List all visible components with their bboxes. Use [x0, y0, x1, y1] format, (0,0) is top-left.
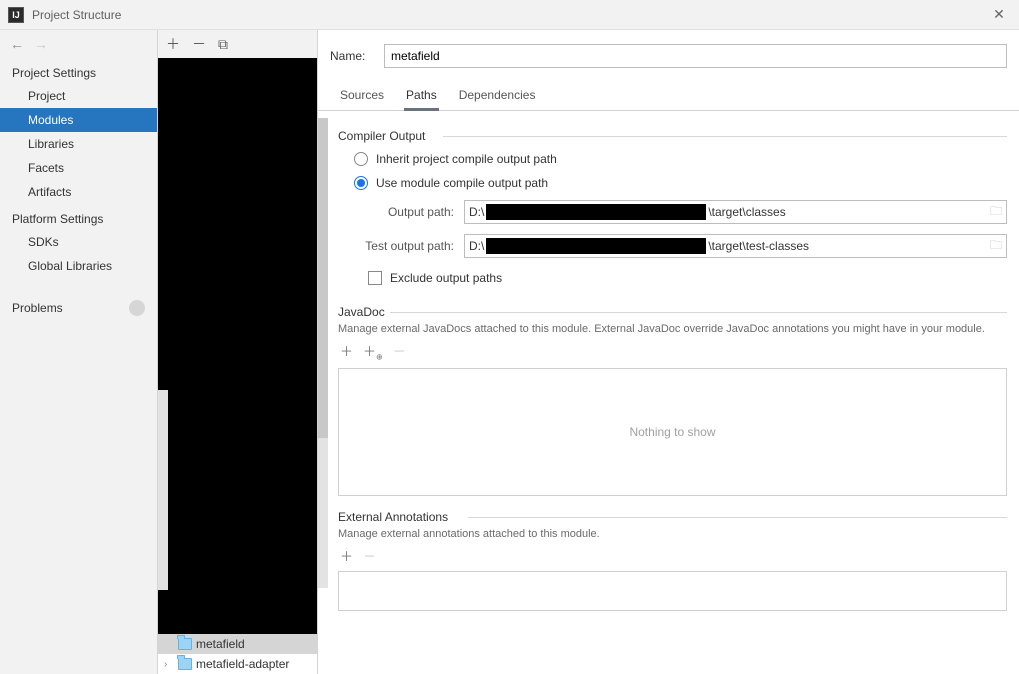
section-header-platform-settings: Platform Settings [0, 204, 157, 230]
javadoc-list: Nothing to show [338, 368, 1007, 496]
extann-remove-icon: － [363, 546, 376, 565]
close-icon[interactable]: ✕ [987, 6, 1011, 23]
nav-project[interactable]: Project [0, 84, 157, 108]
section-header-project-settings: Project Settings [0, 58, 157, 84]
radio-use-module-row[interactable]: Use module compile output path [338, 171, 1007, 195]
scrollbar[interactable] [318, 118, 328, 588]
javadoc-add-url-icon[interactable]: ＋⊕ [363, 341, 383, 362]
extann-title: External Annotations [338, 510, 1007, 524]
test-output-path-row: Test output path: D:\ \target\test-class… [338, 229, 1007, 263]
radio-use-module-label: Use module compile output path [376, 176, 548, 190]
nav-global-libraries[interactable]: Global Libraries [0, 254, 157, 278]
main-layout: ← → Project Settings Project Modules Lib… [0, 30, 1019, 674]
nav-facets[interactable]: Facets [0, 156, 157, 180]
redacted-path-segment [486, 204, 706, 220]
nav-libraries[interactable]: Libraries [0, 132, 157, 156]
tab-paths[interactable]: Paths [404, 84, 439, 110]
nav-artifacts[interactable]: Artifacts [0, 180, 157, 204]
javadoc-toolbar: ＋ ＋⊕ － [338, 337, 1007, 366]
browse-folder-icon[interactable]: 🗀 [990, 202, 1002, 223]
radio-inherit[interactable] [354, 152, 368, 166]
javadoc-add-icon[interactable]: ＋ [340, 341, 353, 362]
app-logo-icon: IJ [8, 7, 24, 23]
module-tree: metafield › metafield-adapter [158, 58, 317, 674]
radio-inherit-label: Inherit project compile output path [376, 152, 557, 166]
output-path-row: Output path: D:\ \target\classes 🗀 [338, 195, 1007, 229]
output-path-label: Output path: [354, 205, 454, 219]
tree-item-label: metafield [196, 637, 245, 651]
remove-module-icon[interactable]: － [192, 34, 206, 54]
nav-problems[interactable]: Problems [0, 292, 157, 321]
scrollbar-thumb[interactable] [318, 118, 328, 438]
scrollbar-gutter[interactable] [158, 390, 168, 590]
tree-item-metafield[interactable]: metafield [158, 634, 317, 654]
radio-use-module[interactable] [354, 176, 368, 190]
chevron-right-icon[interactable]: › [164, 659, 174, 670]
name-label: Name: [330, 49, 372, 63]
settings-sidebar: ← → Project Settings Project Modules Lib… [0, 30, 158, 674]
output-path-suffix: \target\classes [708, 205, 785, 219]
exclude-output-row[interactable]: Exclude output paths [338, 263, 1007, 291]
redacted-area [158, 58, 317, 634]
exclude-output-checkbox[interactable] [368, 271, 382, 285]
extann-toolbar: ＋ － [338, 542, 1007, 569]
back-icon[interactable]: ← [10, 36, 24, 52]
tree-item-label: metafield-adapter [196, 657, 289, 671]
nav-history: ← → [0, 30, 157, 58]
module-folder-icon [178, 638, 192, 650]
extann-list [338, 571, 1007, 611]
module-tree-panel: ＋ － ⧉ metafield › metafield-adapter [158, 30, 318, 674]
radio-inherit-row[interactable]: Inherit project compile output path [338, 147, 1007, 171]
tree-item-metafield-adapter[interactable]: › metafield-adapter [158, 654, 317, 674]
paths-panel: Compiler Output Inherit project compile … [318, 111, 1019, 611]
copy-module-icon[interactable]: ⧉ [218, 36, 228, 53]
nav-problems-label: Problems [12, 301, 63, 315]
javadoc-title: JavaDoc [338, 305, 1007, 319]
window-title: Project Structure [32, 8, 987, 22]
test-output-path-prefix: D:\ [469, 239, 484, 253]
extann-desc: Manage external annotations attached to … [338, 524, 1007, 542]
test-output-path-input[interactable]: D:\ \target\test-classes 🗀 [464, 234, 1007, 258]
tab-dependencies[interactable]: Dependencies [457, 84, 538, 110]
output-path-prefix: D:\ [469, 205, 484, 219]
exclude-output-label: Exclude output paths [390, 271, 502, 285]
module-tabs: Sources Paths Dependencies [318, 78, 1019, 111]
forward-icon: → [34, 36, 48, 52]
javadoc-empty-text: Nothing to show [629, 425, 715, 439]
titlebar: IJ Project Structure ✕ [0, 0, 1019, 30]
external-annotations-section: External Annotations Manage external ann… [338, 510, 1007, 611]
javadoc-remove-icon: － [393, 341, 406, 362]
test-output-path-label: Test output path: [354, 239, 454, 253]
nav-sdks[interactable]: SDKs [0, 230, 157, 254]
test-output-path-suffix: \target\test-classes [708, 239, 809, 253]
nav-modules[interactable]: Modules [0, 108, 157, 132]
browse-folder-icon[interactable]: 🗀 [990, 236, 1002, 257]
add-module-icon[interactable]: ＋ [166, 34, 180, 54]
module-folder-icon [178, 658, 192, 670]
redacted-path-segment [486, 238, 706, 254]
module-detail-panel: Name: Sources Paths Dependencies Compile… [318, 30, 1019, 674]
extann-add-icon[interactable]: ＋ [340, 546, 353, 565]
module-tree-toolbar: ＋ － ⧉ [158, 30, 317, 58]
output-path-input[interactable]: D:\ \target\classes 🗀 [464, 200, 1007, 224]
javadoc-section: JavaDoc Manage external JavaDocs attache… [338, 305, 1007, 496]
compiler-output-title: Compiler Output [338, 129, 1007, 143]
module-name-row: Name: [318, 30, 1019, 78]
module-name-input[interactable] [384, 44, 1007, 68]
problems-count-badge [129, 300, 145, 316]
tab-sources[interactable]: Sources [338, 84, 386, 110]
javadoc-desc: Manage external JavaDocs attached to thi… [338, 319, 1007, 337]
